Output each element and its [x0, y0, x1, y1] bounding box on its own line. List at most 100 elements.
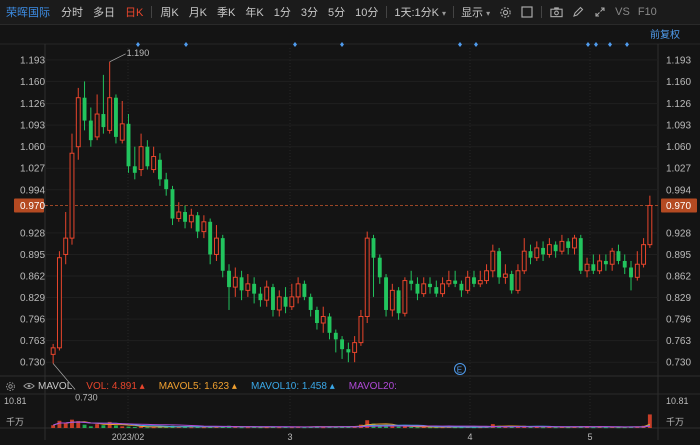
candle-body-up	[56, 257, 62, 349]
volume-bar	[390, 426, 395, 428]
candle-body-up	[609, 250, 615, 265]
volume-top-right: 10.81	[666, 396, 689, 406]
indicator-name[interactable]: MAVOL	[38, 381, 72, 392]
gear-icon[interactable]	[4, 380, 16, 392]
event-dot	[594, 42, 598, 47]
volume-bar	[145, 427, 150, 429]
candle-body-up	[647, 204, 653, 246]
candle-body-down	[101, 114, 106, 128]
price-tick-right: 0.730	[666, 358, 691, 369]
candle-body-up	[289, 296, 295, 308]
price-tick-left: 1.027	[20, 164, 45, 175]
candle-body-up	[232, 276, 238, 288]
volume-bar	[101, 425, 106, 428]
candle-body-up	[69, 152, 75, 239]
volume-bar	[95, 424, 100, 428]
candle-body-up	[364, 237, 370, 317]
volume-unit-right: 千万	[666, 417, 684, 427]
candle-body-up	[465, 276, 471, 291]
candle-body-up	[358, 315, 364, 344]
candle-body-down	[157, 159, 162, 180]
mavol10-label-text: MAVOL10:	[250, 380, 300, 392]
volume-bar	[82, 424, 87, 428]
kline-app: 荣晖国际 分时 多日 日K 周K 月K 季K 年K 1分 3分 5分 10分 1…	[0, 0, 700, 445]
mavol5-value: 1.623	[204, 380, 230, 392]
candle-body-down	[629, 267, 633, 278]
candle-body-up	[634, 263, 640, 278]
candle-body-up	[94, 113, 100, 138]
candle-body-up	[107, 97, 113, 131]
volume-bar	[63, 423, 68, 428]
candle-body-up	[534, 247, 540, 259]
candle-body-down	[591, 264, 596, 271]
event-dot	[625, 42, 629, 47]
volume-bar	[132, 426, 137, 428]
event-dot	[136, 42, 140, 47]
volume-bar	[415, 427, 420, 429]
price-tick-right: 0.928	[666, 228, 691, 239]
candle-body-up	[402, 280, 408, 314]
candle-body-down	[82, 97, 87, 121]
vol-value: 4.891	[111, 380, 137, 392]
candle-body-down	[195, 215, 200, 232]
candle-body-up	[176, 211, 182, 220]
price-tick-left: 0.862	[20, 272, 45, 283]
volume-bar	[51, 425, 56, 428]
price-tick-right: 1.060	[666, 142, 691, 153]
candle-body-down	[227, 270, 231, 288]
price-tick-right: 0.829	[666, 293, 691, 304]
event-dot	[458, 42, 462, 47]
candle-body-up	[477, 280, 483, 285]
candle-body-up	[572, 237, 577, 249]
price-tick-left: 0.763	[20, 336, 45, 347]
candle-body-up	[559, 240, 565, 252]
candle-body-up	[490, 250, 496, 272]
volume-bar	[88, 426, 93, 428]
candle-body-down	[239, 277, 244, 291]
candle-body-down	[126, 123, 131, 167]
candle-body-down	[578, 238, 583, 271]
candle-body-up	[264, 286, 270, 301]
candle-body-up	[320, 315, 326, 324]
volume-unit-left: 千万	[6, 417, 24, 427]
candle-body-down	[553, 244, 558, 252]
candle-body-up	[446, 280, 452, 285]
volume-bar	[541, 427, 546, 429]
candle-body-up	[119, 123, 125, 141]
volume-bar	[189, 427, 194, 429]
mavol5-label: MAVOL5: 1.623 ▴	[158, 380, 237, 392]
vol-label: VOL: 4.891 ▴	[86, 380, 145, 392]
price-tick-right: 1.126	[666, 99, 691, 110]
candle-body-down	[622, 260, 627, 268]
event-dot	[474, 42, 478, 47]
event-dot	[586, 42, 590, 47]
candle-body-down	[114, 97, 118, 137]
current-price-right: 0.970	[666, 201, 691, 212]
mavol10-value: 1.458	[301, 380, 327, 392]
candle-body-up	[546, 244, 552, 255]
candle-body-down	[220, 238, 225, 271]
candle-body-up	[63, 237, 69, 255]
vol-label-text: VOL:	[86, 380, 110, 392]
candle-body-down	[459, 283, 464, 291]
candle-body-down	[308, 296, 313, 310]
low-price-label: 0.730	[75, 393, 98, 403]
price-tick-right: 1.093	[666, 121, 691, 132]
volume-bar	[396, 426, 401, 428]
candle-body-up	[295, 283, 301, 298]
volume-bar	[409, 426, 414, 428]
candle-body-down	[183, 212, 187, 222]
candle-body-down	[434, 287, 439, 294]
volume-bar	[239, 427, 244, 429]
event-e-letter: E	[457, 366, 462, 375]
candle-body-up	[151, 155, 157, 171]
candle-body-up	[138, 146, 144, 171]
candle-body-up	[214, 237, 219, 255]
candle-body-up	[484, 270, 489, 282]
candle-body-up	[641, 244, 647, 265]
candle-body-down	[541, 247, 546, 255]
candle-body-up	[75, 97, 81, 148]
candle-body-down	[453, 280, 458, 284]
date-label-may: 5	[587, 432, 592, 442]
eye-icon[interactable]	[23, 380, 35, 392]
